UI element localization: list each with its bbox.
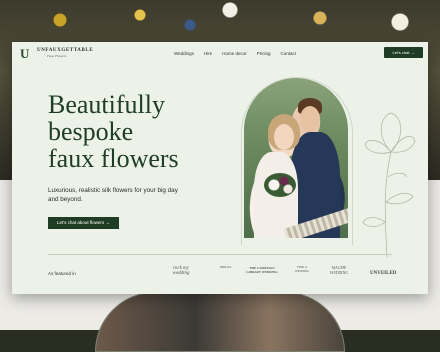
- brand-tagline: Faux Flowers: [47, 54, 67, 58]
- bouquet: [264, 173, 296, 197]
- nav-link-pricing[interactable]: Pricing: [257, 51, 271, 56]
- divider: [48, 254, 392, 255]
- nav-link-home-decor[interactable]: Home decor: [222, 51, 247, 56]
- nav-link-hire[interactable]: Hire: [204, 51, 212, 56]
- nav-link-contact[interactable]: Contact: [280, 51, 296, 56]
- top-navigation: U UNFAUXGETTABLE Faux Flowers Weddings H…: [12, 42, 428, 64]
- hero-subtext: Luxurious, realistic silk flowers for yo…: [48, 187, 178, 203]
- floral-line-illustration: [362, 112, 416, 257]
- website-mockup: U UNFAUXGETTABLE Faux Flowers Weddings H…: [12, 42, 428, 294]
- featured-in-label: As featured in: [48, 271, 76, 276]
- nav-chat-button[interactable]: Let's chat →: [384, 47, 423, 58]
- publication-logo: rock my wedding: [172, 266, 190, 276]
- brand-name[interactable]: UNFAUXGETTABLE: [37, 48, 93, 53]
- couple-photo: [244, 78, 348, 238]
- bride-face: [274, 124, 294, 150]
- chat-about-flowers-button[interactable]: Let's chat about flowers →: [48, 217, 119, 229]
- groom-face: [300, 106, 320, 132]
- headline-line-3: faux flowers: [48, 144, 179, 173]
- background-arch-outline: [95, 292, 345, 352]
- publication-logo: THE CAMPAIGN LIBRARY WEDDING: [246, 266, 278, 274]
- headline-line-1: Beautifully: [48, 90, 165, 119]
- publication-logo: BRIDAL: [220, 265, 232, 269]
- brand-monogram[interactable]: U: [20, 47, 34, 60]
- publication-logo: MAGPIE WEDDING: [329, 266, 349, 275]
- hero-headline: Beautifully bespoke faux flowers: [48, 91, 248, 172]
- publication-logo: UNVEILED: [370, 271, 397, 276]
- nav-link-weddings[interactable]: Weddings: [174, 51, 194, 56]
- nav-links: Weddings Hire Home decor Pricing Contact: [174, 51, 296, 56]
- headline-line-2: bespoke: [48, 117, 134, 146]
- publication-logo: FIND A WEDDING: [294, 265, 310, 273]
